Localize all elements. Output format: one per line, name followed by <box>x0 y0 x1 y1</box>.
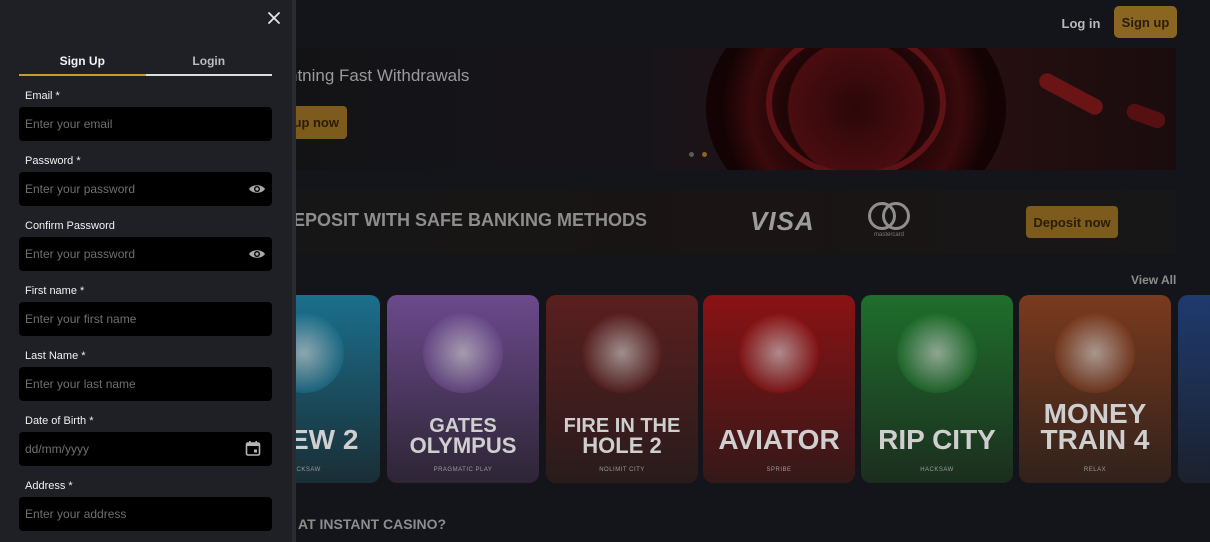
game-card[interactable]: CREW 2 HACKSAW <box>296 295 380 483</box>
game-studio: PRAGMATIC PLAY <box>433 467 493 473</box>
address-field[interactable] <box>19 497 272 531</box>
game-card[interactable]: FIRE IN THE HOLE 2 NOLIMIT CITY <box>546 295 698 483</box>
game-card[interactable]: RIP CITY HACKSAW <box>861 295 1013 483</box>
game-studio: SPRIBE <box>766 467 792 473</box>
game-art <box>1055 313 1135 393</box>
first-name-label: First name * <box>25 285 85 297</box>
address-label: Address * <box>25 480 73 492</box>
game-studio: RELAX <box>1083 467 1107 473</box>
game-card-partial[interactable] <box>1178 295 1210 483</box>
game-title: CREW 2 <box>296 424 359 455</box>
game-studio: NOLIMIT CITY <box>599 467 645 473</box>
password-field[interactable] <box>19 172 272 206</box>
email-label: Email * <box>25 90 60 102</box>
mastercard-circle <box>882 202 910 230</box>
login-button[interactable]: Log in <box>1050 8 1112 38</box>
auth-tabs: Sign Up Login <box>19 52 272 76</box>
date-of-birth-field[interactable] <box>19 432 272 466</box>
calendar-icon[interactable] <box>245 440 261 456</box>
game-title: RIP CITY <box>878 424 996 455</box>
signup-drawer: Sign Up Login Email * Password * Confirm… <box>0 0 292 542</box>
game-art <box>739 313 819 393</box>
mastercard-logo: mastercard <box>864 202 914 242</box>
game-art <box>296 313 344 393</box>
roulette-ring-image <box>766 48 946 170</box>
email-field[interactable] <box>19 107 272 141</box>
hero-signup-button[interactable]: up now <box>296 106 347 139</box>
drawer-edge <box>292 0 296 542</box>
section-heading: AT INSTANT CASINO? <box>298 516 447 532</box>
banking-title: EPOSIT WITH SAFE BANKING METHODS <box>296 210 648 230</box>
game-studio: HACKSAW <box>296 467 321 473</box>
signup-button[interactable]: Sign up <box>1114 6 1177 38</box>
game-studio: HACKSAW <box>920 467 954 473</box>
last-name-field[interactable] <box>19 367 272 401</box>
deposit-now-button[interactable]: Deposit now <box>1026 206 1118 238</box>
close-button[interactable] <box>264 8 284 28</box>
tab-sign-up[interactable]: Sign Up <box>19 52 146 76</box>
view-all-link[interactable]: View All <box>1131 273 1176 287</box>
first-name-field[interactable] <box>19 302 272 336</box>
carousel-dot-active[interactable] <box>702 152 707 157</box>
game-card[interactable]: AVIATOR SPRIBE <box>703 295 855 483</box>
game-title-line2: OLYMPUS <box>409 433 517 458</box>
mastercard-label: mastercard <box>873 232 904 238</box>
hero-title: ntning Fast Withdrawals <box>296 66 470 85</box>
game-title-line2: HOLE 2 <box>582 433 662 458</box>
game-art <box>423 313 503 393</box>
confirm-password-field[interactable] <box>19 237 272 271</box>
last-name-label: Last Name * <box>25 350 86 362</box>
carousel-dot[interactable] <box>689 152 694 157</box>
eye-icon[interactable] <box>248 182 266 196</box>
game-card[interactable]: MONEY TRAIN 4 RELAX <box>1019 295 1171 483</box>
eye-icon[interactable] <box>248 247 266 261</box>
game-title: AVIATOR <box>718 424 840 455</box>
games-carousel: CREW 2HACKSAWGATESOLYMPUSPRAGMATIC PLAYF… <box>296 295 1210 483</box>
glow-decoration <box>1036 70 1106 118</box>
date-of-birth-label: Date of Birth * <box>25 415 94 427</box>
visa-logo: VISA <box>750 206 815 236</box>
hero-banner[interactable]: ntning Fast Withdrawals up now <box>296 48 1176 170</box>
password-label: Password * <box>25 155 81 167</box>
close-icon <box>268 12 280 24</box>
confirm-password-label: Confirm Password <box>25 220 115 232</box>
carousel-dots <box>689 152 707 157</box>
banking-banner: EPOSIT WITH SAFE BANKING METHODS VISA ma… <box>296 190 1176 254</box>
glow-decoration <box>1124 101 1168 131</box>
game-card[interactable]: GATES OLYMPUS PRAGMATIC PLAY <box>387 295 539 483</box>
game-title: MONEY TRAIN 4 <box>1040 398 1150 455</box>
game-art <box>582 313 662 393</box>
tab-login[interactable]: Login <box>146 52 273 74</box>
game-art <box>897 313 977 393</box>
